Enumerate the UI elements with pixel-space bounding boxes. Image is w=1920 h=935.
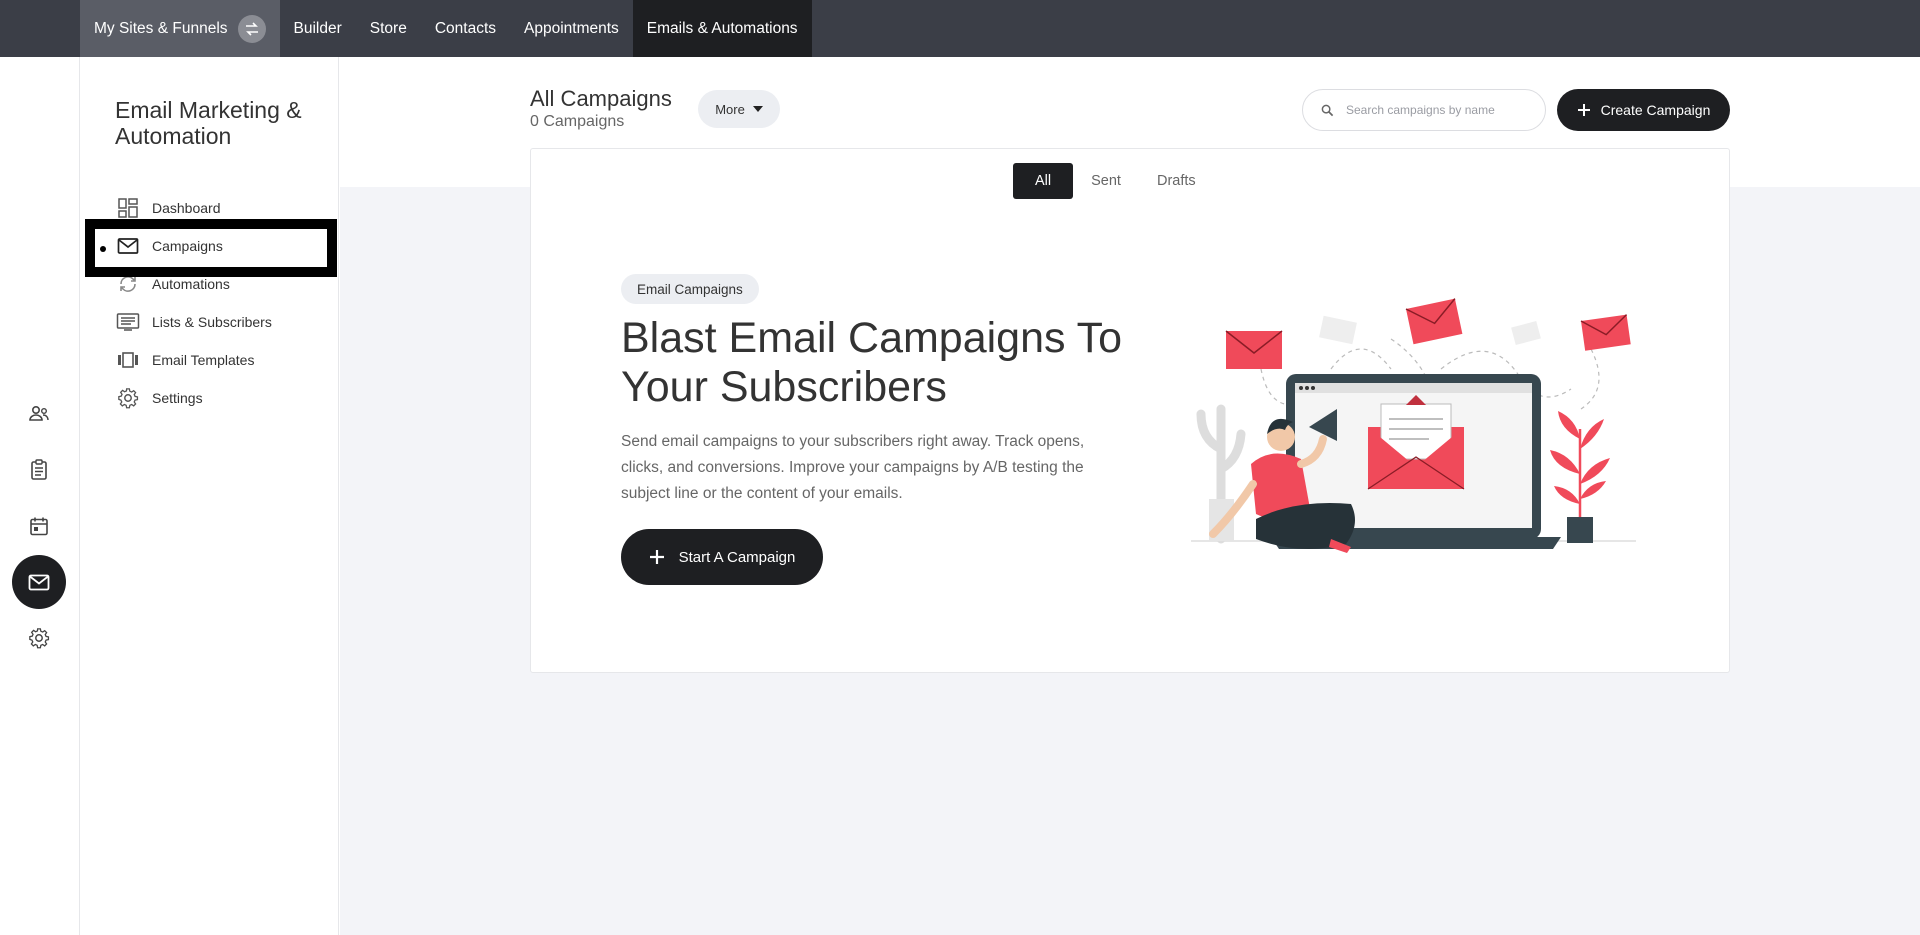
sidebar-item-campaigns-label: Campaigns [152, 238, 223, 254]
more-dropdown-button[interactable]: More [698, 90, 780, 128]
create-campaign-label: Create Campaign [1600, 102, 1711, 118]
nav-builder[interactable]: Builder [280, 0, 356, 57]
campaign-count: 0 Campaigns [530, 113, 625, 130]
templates-icon [116, 348, 140, 372]
clipboard-icon[interactable] [12, 443, 66, 497]
gear-icon [116, 386, 140, 410]
swap-icon[interactable] [237, 14, 266, 43]
nav-appointments[interactable]: Appointments [510, 0, 633, 57]
mail-icon [116, 234, 140, 258]
start-campaign-label: Start A Campaign [678, 548, 796, 566]
nav-emails-automations-label: Emails & Automations [646, 19, 798, 37]
nav-contacts-label: Contacts [434, 19, 497, 37]
empty-state-headline: Blast Email Campaigns To Your Subscriber… [621, 314, 1123, 411]
calendar-icon[interactable] [12, 499, 66, 553]
contacts-icon[interactable] [12, 387, 66, 441]
empty-state-description: Send email campaigns to your subscribers… [621, 433, 1085, 502]
campaign-illustration [1191, 298, 1636, 553]
icon-rail [0, 57, 80, 935]
gear-icon[interactable] [12, 611, 66, 665]
sidebar-item-lists-subscribers[interactable]: Lists & Subscribers [116, 303, 316, 341]
start-campaign-button[interactable]: Start A Campaign [621, 529, 823, 585]
nav-builder-label: Builder [293, 19, 342, 37]
campaign-tabs: All Sent Drafts [1013, 163, 1214, 199]
list-icon [116, 310, 140, 334]
caret-down-icon [752, 106, 763, 112]
nav-appointments-label: Appointments [524, 19, 619, 37]
campaigns-card: All Sent Drafts Email Campaigns Blast Em… [530, 148, 1730, 673]
nav-emails-automations[interactable]: Emails & Automations [632, 0, 812, 57]
sidebar-title: Email Marketing & Automation [115, 97, 302, 149]
tab-sent[interactable]: Sent [1073, 163, 1139, 199]
nav-store[interactable]: Store [356, 0, 421, 57]
sidebar-item-dashboard-label: Dashboard [152, 200, 221, 216]
top-navigation: My Sites & Funnels Builder Store Contact… [0, 0, 1920, 57]
sidebar-item-automations-label: Automations [152, 276, 230, 292]
more-label: More [715, 101, 745, 117]
nav-my-sites-funnels-label: My Sites & Funnels [94, 19, 228, 37]
sidebar-item-email-templates[interactable]: Email Templates [116, 341, 316, 379]
create-campaign-button[interactable]: Create Campaign [1557, 89, 1730, 131]
nav-store-label: Store [369, 19, 407, 37]
sidebar-item-lists-label: Lists & Subscribers [152, 314, 272, 330]
tab-all-label: All [1035, 173, 1052, 189]
sidebar-item-dashboard[interactable]: Dashboard [116, 189, 316, 227]
search-box [1302, 89, 1546, 131]
sidebar-item-automations[interactable]: Automations [116, 265, 316, 303]
sidebar-item-templates-label: Email Templates [152, 352, 255, 368]
email-campaigns-pill: Email Campaigns [621, 274, 759, 304]
sidebar-item-settings[interactable]: Settings [116, 379, 316, 417]
sidebar: Email Marketing & Automation Dashboard C… [80, 57, 339, 935]
page-title: All Campaigns [530, 86, 672, 111]
sidebar-item-campaigns[interactable]: Campaigns [116, 227, 316, 265]
nav-my-sites-funnels[interactable]: My Sites & Funnels [80, 0, 280, 57]
refresh-icon [116, 272, 140, 296]
tab-drafts-label: Drafts [1156, 173, 1196, 189]
sidebar-item-settings-label: Settings [152, 390, 203, 406]
nav-contacts[interactable]: Contacts [421, 0, 510, 57]
tab-drafts[interactable]: Drafts [1139, 163, 1214, 199]
search-input[interactable] [1346, 103, 1526, 117]
plus-icon [649, 550, 664, 564]
active-item-bullet [100, 246, 106, 252]
tab-all[interactable]: All [1013, 163, 1074, 199]
dashboard-icon [116, 196, 140, 220]
plus-icon [1577, 104, 1590, 116]
mail-icon[interactable] [12, 555, 66, 609]
search-icon [1321, 104, 1334, 116]
tab-sent-label: Sent [1091, 173, 1121, 189]
